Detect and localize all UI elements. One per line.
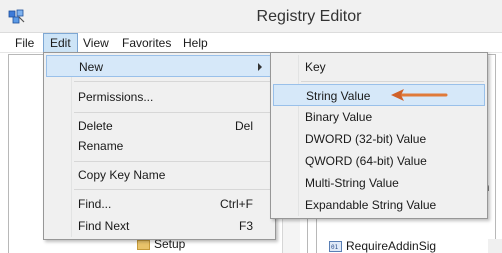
menu-edit[interactable]: Edit [43,33,78,53]
resize-corner [488,239,502,253]
menu-view[interactable]: View [77,33,115,53]
new-binary-value[interactable]: Binary Value [273,106,485,128]
menu-separator [301,81,484,82]
menu-item-label: Delete [78,119,113,133]
menu-separator [74,81,273,82]
menu-item-shortcut: Del [234,119,253,133]
menu-item-label: New [79,60,104,74]
new-multi-string-value[interactable]: Multi-String Value [273,172,485,194]
edit-menu-rename[interactable]: Rename [46,135,273,157]
menu-item-label: String Value [306,89,371,103]
menu-item-label: Expandable String Value [305,198,437,212]
new-dword-value[interactable]: DWORD (32-bit) Value [273,128,485,150]
edit-menu-find[interactable]: Find... Ctrl+F [46,193,273,215]
edit-menu-dropdown: New Permissions... Delete Del Rename Cop… [43,52,276,240]
menu-item-shortcut: F3 [238,219,253,233]
menu-item-label: Multi-String Value [305,176,399,190]
window-title: Registry Editor [256,8,362,25]
edit-menu-delete[interactable]: Delete Del [46,115,273,137]
menu-separator [74,189,273,190]
new-qword-value[interactable]: QWORD (64-bit) Value [273,150,485,172]
edit-menu-find-next[interactable]: Find Next F3 [46,215,273,237]
menu-item-label: Permissions... [78,90,154,104]
new-expandable-string-value[interactable]: Expandable String Value [273,194,485,216]
annotation-arrow-icon [391,89,448,101]
svg-text:01: 01 [331,244,339,251]
new-submenu: Key String Value Binary Value DWORD (32-… [270,52,488,219]
menu-bar: File Edit View Favorites Help [0,33,502,53]
edit-menu-permissions[interactable]: Permissions... [46,86,273,108]
menu-item-label: Key [305,60,326,74]
menu-separator [74,112,273,113]
value-row-requireaddinsig[interactable]: RequireAddinSig [346,239,436,253]
menu-item-label: Rename [78,139,124,153]
binary-value-icon: 01 [329,241,342,252]
edit-menu-copy-key-name[interactable]: Copy Key Name [46,164,273,186]
menu-item-label: DWORD (32-bit) Value [305,132,427,146]
title-bar: Registry Editor [0,0,502,33]
edit-menu-new[interactable]: New [46,55,273,77]
menu-favorites[interactable]: Favorites [116,33,177,53]
folder-icon [137,240,150,250]
menu-item-label: Find Next [78,219,130,233]
menu-separator [74,161,273,162]
menu-file[interactable]: File [9,33,40,53]
new-key[interactable]: Key [273,56,485,78]
menu-item-label: Find... [78,197,112,211]
menu-item-label: Binary Value [305,110,373,124]
menu-item-label: QWORD (64-bit) Value [305,154,427,168]
menu-help[interactable]: Help [177,33,214,53]
submenu-arrow-icon [258,63,262,71]
new-string-value[interactable]: String Value [273,84,485,106]
menu-item-shortcut: Ctrl+F [220,197,253,211]
menu-item-label: Copy Key Name [78,168,166,182]
